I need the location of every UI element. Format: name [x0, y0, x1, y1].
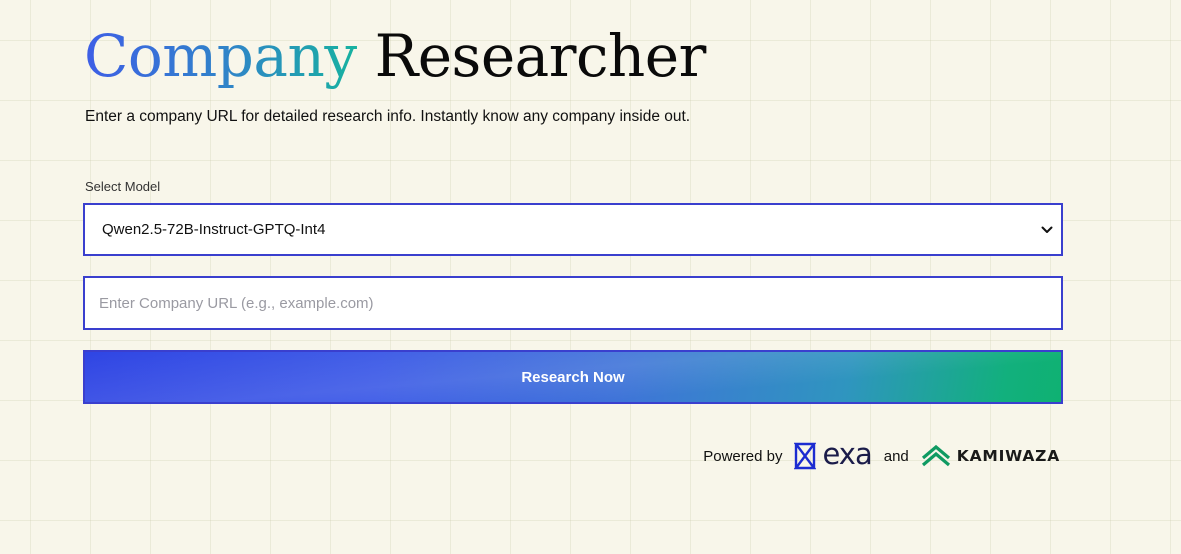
model-select[interactable]: Qwen2.5-72B-Instruct-GPTQ-Int4 — [83, 203, 1063, 256]
exa-wordmark: exa — [822, 437, 872, 471]
exa-logo[interactable]: exa — [794, 437, 873, 471]
exa-logo-icon — [794, 442, 817, 470]
page-title-main: Researcher — [374, 22, 707, 90]
model-select-value: Qwen2.5-72B-Instruct-GPTQ-Int4 — [102, 221, 326, 238]
kamiwaza-logo-icon — [921, 444, 950, 467]
kamiwaza-logo[interactable]: KAMIWAZA — [921, 444, 1060, 468]
page-subtitle: Enter a company URL for detailed researc… — [85, 108, 691, 125]
research-now-button[interactable]: Research Now — [83, 350, 1063, 404]
kamiwaza-wordmark: KAMIWAZA — [956, 447, 1060, 465]
and-text: and — [883, 447, 909, 465]
company-url-input[interactable] — [83, 276, 1063, 330]
powered-by-footer: Powered by exa and KAMIWAZA — [703, 440, 1060, 472]
chevron-down-icon — [1039, 222, 1055, 238]
page-title-accent: Company — [84, 22, 357, 90]
select-model-label: Select Model — [85, 179, 161, 194]
page-title: Company Researcher — [84, 18, 706, 94]
powered-by-text: Powered by — [703, 447, 783, 465]
